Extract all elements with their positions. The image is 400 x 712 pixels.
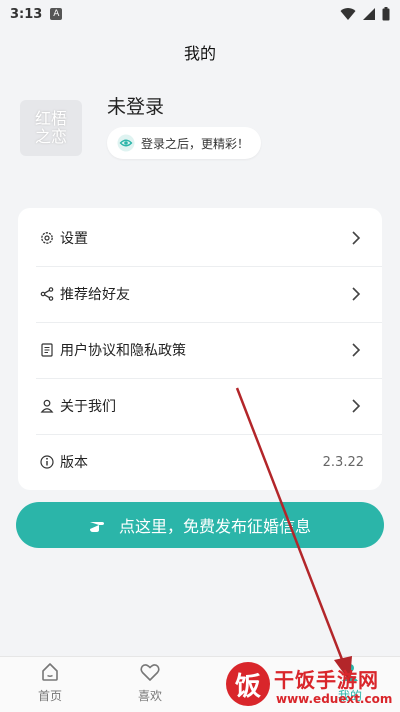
wifi-icon (340, 8, 356, 20)
menu-item-label: 推荐给好友 (60, 287, 130, 303)
heart-icon (140, 664, 160, 681)
avatar-text-bottom: 之恋 (34, 127, 67, 146)
user-name[interactable]: 未登录 (107, 92, 164, 119)
tab-label: 首页 (37, 689, 62, 703)
menu-card: 设置 推荐给好友 用户协议和隐私政策 关于我们 版本 2.3.22 (18, 208, 382, 490)
status-time: 3:13 (10, 6, 43, 22)
person-icon (40, 399, 54, 413)
menu-item-version[interactable]: 版本 2.3.22 (18, 434, 382, 490)
pointing-hand-icon (89, 522, 104, 532)
menu-item-label: 关于我们 (60, 399, 116, 415)
page-title: 我的 (183, 44, 216, 63)
chevron-right-icon (352, 287, 361, 301)
menu-item-label: 版本 (60, 455, 88, 471)
eye-icon (117, 134, 135, 152)
login-hint-pill[interactable]: 登录之后，更精彩！ (107, 127, 262, 159)
menu-item-share[interactable]: 推荐给好友 (18, 266, 382, 322)
watermark-url: www.eduext.com (276, 692, 393, 706)
signal-icon (363, 8, 375, 20)
status-bar: 3:13 A (0, 0, 400, 28)
publish-marriage-info-button[interactable]: 点这里，免费发布征婚信息 (16, 502, 384, 548)
info-icon (40, 455, 54, 469)
publish-button-label: 点这里，免费发布征婚信息 (118, 517, 311, 536)
avatar-text-top: 红梧 (34, 109, 67, 128)
notification-badge-icon: A (50, 8, 63, 20)
chevron-right-icon (352, 399, 361, 413)
site-watermark: 饭 干饭手游网 www.eduext.com (226, 660, 396, 708)
menu-item-about[interactable]: 关于我们 (18, 378, 382, 434)
chevron-right-icon (352, 231, 361, 245)
login-hint-text: 登录之后，更精彩！ (141, 136, 250, 151)
version-number: 2.3.22 (322, 454, 364, 470)
avatar[interactable]: 红梧 之恋 (20, 100, 82, 156)
watermark-title: 干饭手游网 (274, 668, 379, 692)
share-icon (40, 287, 54, 301)
home-icon (42, 663, 58, 681)
menu-item-settings[interactable]: 设置 (18, 210, 382, 266)
document-icon (40, 343, 54, 357)
menu-item-user-agreement[interactable]: 用户协议和隐私政策 (18, 322, 382, 378)
profile-section: 红梧 之恋 未登录 登录之后，更精彩！ (20, 90, 380, 160)
tab-favorites[interactable]: 喜欢 (110, 661, 190, 711)
chevron-right-icon (352, 343, 361, 357)
battery-icon (382, 7, 390, 21)
tab-home[interactable]: 首页 (10, 661, 90, 711)
menu-item-label: 用户协议和隐私政策 (60, 343, 186, 359)
gear-icon (40, 231, 54, 245)
watermark-logo-icon: 饭 (226, 662, 270, 706)
menu-item-label: 设置 (60, 231, 88, 247)
status-icons (340, 7, 390, 21)
tab-label: 喜欢 (137, 689, 162, 703)
